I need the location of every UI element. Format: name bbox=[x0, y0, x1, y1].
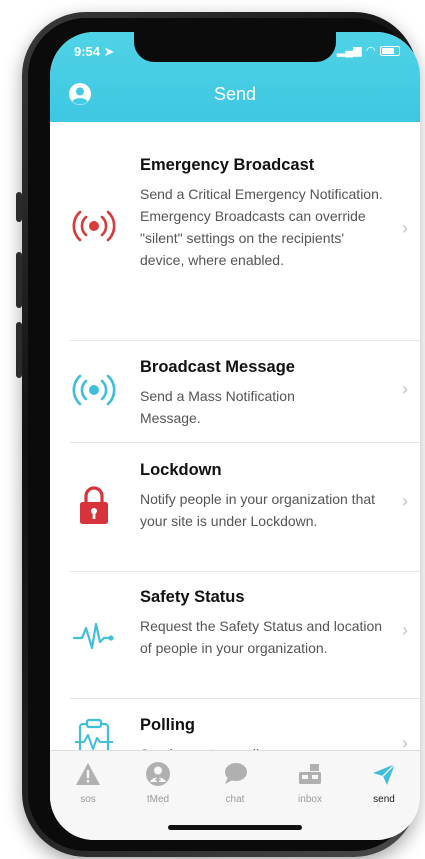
item-description: Send a Critical Emergency Notification. … bbox=[140, 186, 383, 268]
item-title: Emergency Broadcast bbox=[140, 156, 315, 174]
tab-label: chat bbox=[225, 794, 245, 805]
volume-up-button bbox=[16, 252, 22, 308]
broadcast-blue-icon bbox=[72, 374, 116, 406]
item-description: Notify people in your organization that … bbox=[140, 491, 376, 529]
item-title: Safety Status bbox=[140, 588, 245, 606]
volume-down-button bbox=[16, 322, 22, 378]
heartbeat-icon bbox=[72, 622, 114, 650]
mute-switch bbox=[16, 192, 22, 222]
tab-label: tMed bbox=[146, 794, 170, 805]
tab-label: inbox bbox=[298, 794, 322, 805]
chevron-right-icon: › bbox=[402, 620, 408, 640]
list-item-safety-status[interactable]: Safety Status Request the Safety Status … bbox=[50, 572, 420, 697]
item-title: Polling bbox=[140, 716, 195, 734]
chevron-right-icon: › bbox=[402, 491, 408, 511]
medic-icon bbox=[146, 762, 170, 786]
page-title: Send bbox=[213, 84, 257, 104]
chat-icon bbox=[225, 763, 247, 784]
broadcast-red-icon bbox=[72, 210, 116, 242]
status-indicators: ▂▄▆ ◠ bbox=[337, 44, 400, 57]
item-description: Request the Safety Status and location o… bbox=[140, 618, 383, 656]
status-time: 9:54 ➤ bbox=[74, 44, 115, 59]
wifi-icon: ◠ bbox=[366, 45, 375, 57]
inbox-icon bbox=[299, 764, 321, 784]
warning-icon bbox=[76, 763, 100, 785]
tab-tmed[interactable]: tMed bbox=[128, 761, 188, 805]
battery-icon bbox=[380, 45, 400, 56]
tab-send[interactable]: send bbox=[354, 761, 414, 805]
list-item-emergency-broadcast[interactable]: Emergency Broadcast Send a Critical Emer… bbox=[50, 122, 420, 327]
tab-inbox[interactable]: inbox bbox=[280, 761, 340, 805]
chevron-right-icon: › bbox=[402, 218, 408, 238]
tab-chat[interactable]: chat bbox=[205, 761, 265, 805]
tab-bar: sos tMed chat inbox send bbox=[50, 750, 420, 840]
send-icon bbox=[373, 763, 396, 785]
app-header: 9:54 ➤ ▂▄▆ ◠ Send bbox=[50, 32, 420, 122]
item-title: Broadcast Message bbox=[140, 358, 295, 376]
tab-label: sos bbox=[80, 794, 96, 805]
tab-sos[interactable]: sos bbox=[58, 761, 118, 805]
list-item-lockdown[interactable]: Lockdown Notify people in your organizat… bbox=[50, 443, 420, 570]
signal-icon: ▂▄▆ bbox=[336, 45, 362, 57]
item-title: Lockdown bbox=[140, 461, 222, 479]
camera-notch bbox=[134, 32, 336, 62]
chevron-right-icon: › bbox=[402, 379, 408, 399]
tab-label: send bbox=[373, 794, 395, 805]
app-screen: 9:54 ➤ ▂▄▆ ◠ Send Emergency Broadcast Se… bbox=[50, 32, 420, 840]
home-indicator bbox=[168, 825, 302, 830]
lock-icon bbox=[80, 486, 108, 524]
item-description: Send a Mass Notification Message. bbox=[140, 388, 295, 426]
list-item-broadcast-message[interactable]: Broadcast Message Send a Mass Notificati… bbox=[50, 341, 420, 441]
